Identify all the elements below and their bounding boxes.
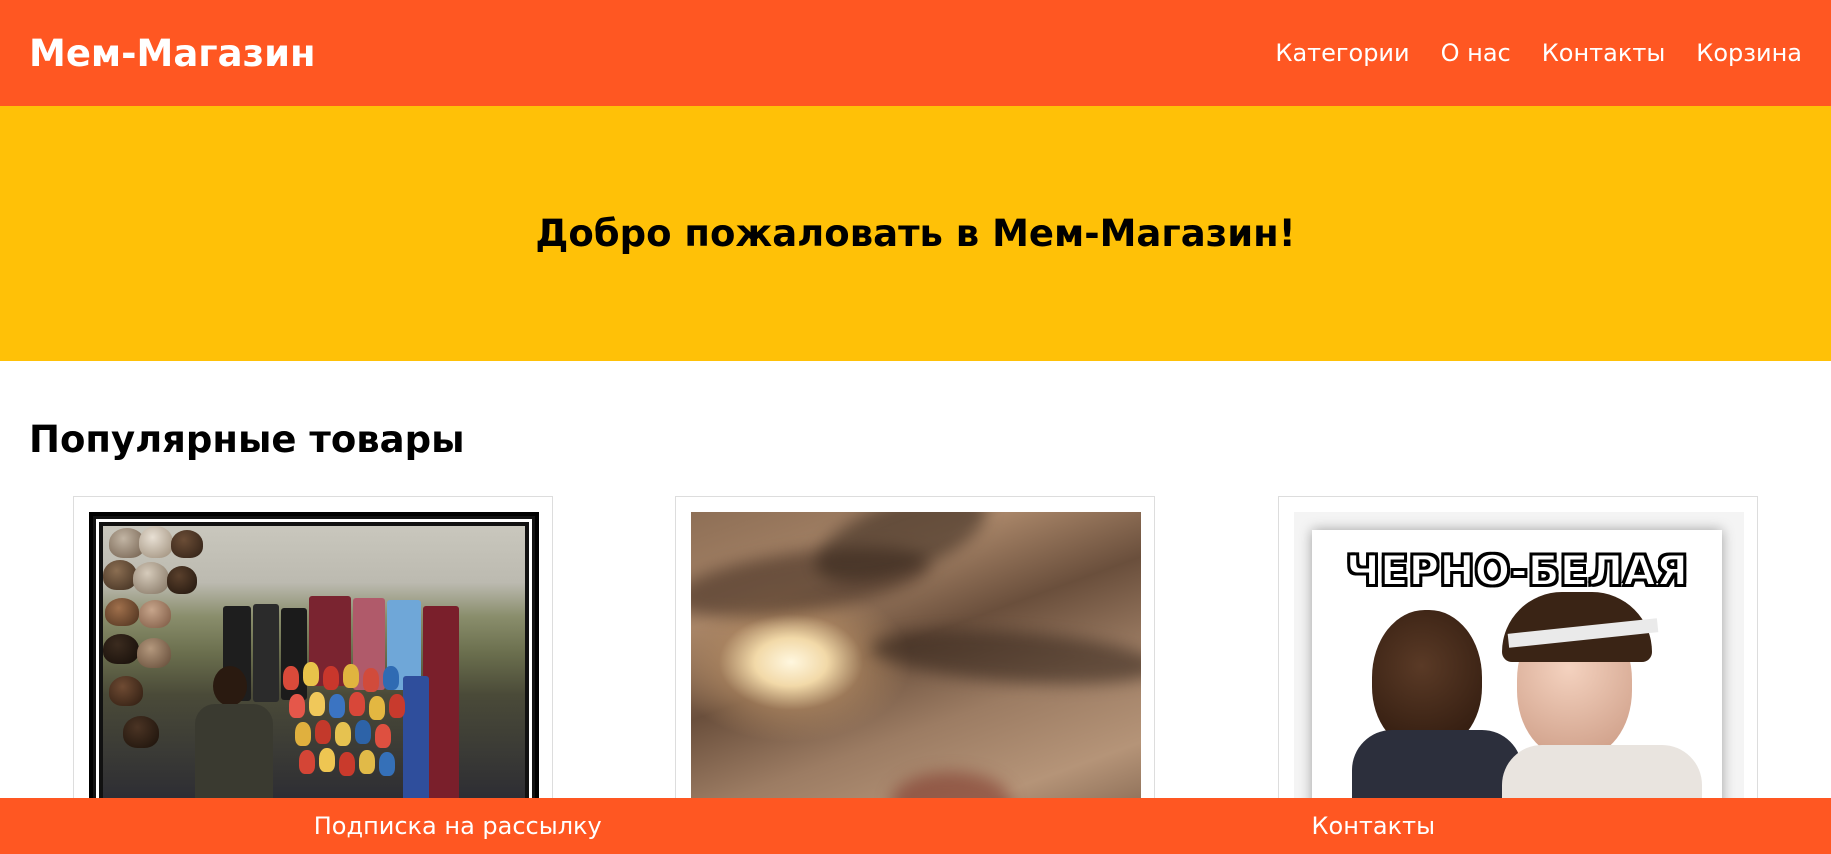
product-card[interactable] bbox=[675, 496, 1155, 816]
product-card[interactable] bbox=[73, 496, 553, 816]
nav-link-categories[interactable]: Категории bbox=[1275, 39, 1409, 67]
product-card[interactable]: ЧЕРНО-БЕЛАЯ bbox=[1278, 496, 1758, 816]
market-stall-scene bbox=[103, 526, 525, 808]
nav-link-about[interactable]: О нас bbox=[1441, 39, 1511, 67]
meme-poster: ЧЕРНО-БЕЛАЯ bbox=[1312, 530, 1722, 812]
footer-col-subscribe: Подписка на рассылку bbox=[0, 812, 916, 840]
nav-link-cart[interactable]: Корзина bbox=[1696, 39, 1802, 67]
popular-products-title: Популярные товары bbox=[29, 418, 465, 461]
site-header: Мем-Магазин Категории О нас Контакты Кор… bbox=[0, 0, 1831, 106]
subscribe-link[interactable]: Подписка на рассылку bbox=[314, 812, 602, 840]
site-logo[interactable]: Мем-Магазин bbox=[29, 32, 316, 75]
hero-title: Добро пожаловать в Мем-Магазин! bbox=[535, 212, 1296, 255]
hero-banner: Добро пожаловать в Мем-Магазин! bbox=[0, 106, 1831, 361]
site-footer: Подписка на рассылку Контакты bbox=[0, 798, 1831, 854]
footer-col-contacts: Контакты bbox=[916, 812, 1831, 840]
footer-contacts-link[interactable]: Контакты bbox=[1311, 812, 1435, 840]
main-nav: Категории О нас Контакты Корзина bbox=[1275, 39, 1802, 67]
product-image-meme-poster[interactable]: ЧЕРНО-БЕЛАЯ bbox=[1294, 512, 1744, 812]
meme-caption: ЧЕРНО-БЕЛАЯ bbox=[1345, 545, 1689, 596]
product-image-blurry-light[interactable] bbox=[691, 512, 1141, 812]
seller-figure bbox=[195, 666, 275, 808]
product-image-market-stall[interactable] bbox=[89, 512, 539, 812]
nav-link-contacts[interactable]: Контакты bbox=[1542, 39, 1666, 67]
